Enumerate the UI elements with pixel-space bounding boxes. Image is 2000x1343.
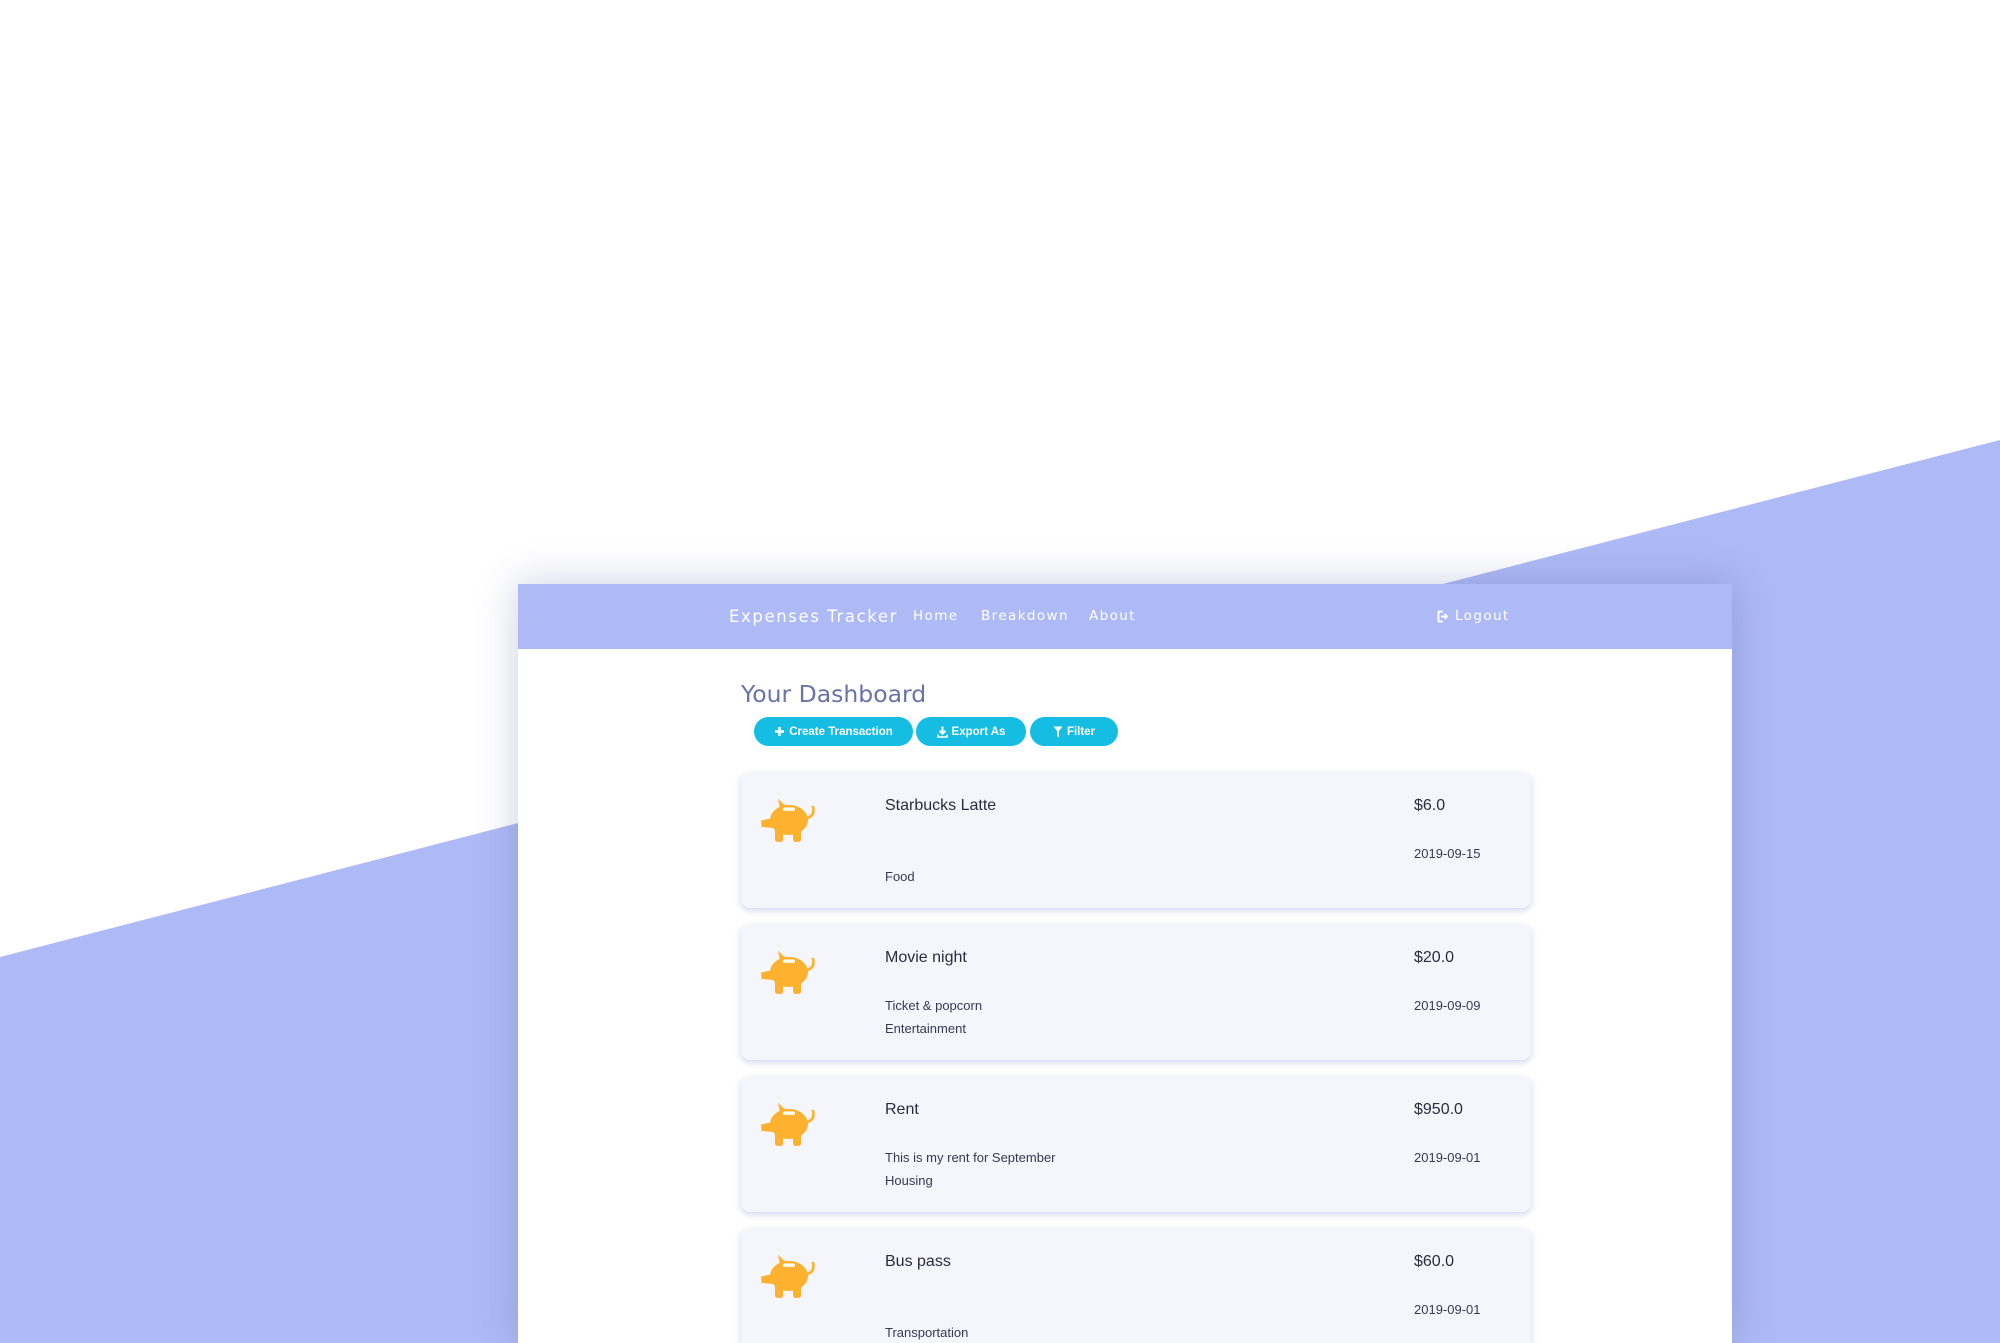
transaction-description: Ticket & popcorn [885,998,983,1013]
transaction-amount: $60.0 [1414,1253,1455,1270]
transaction-card[interactable]: Bus pass Transportation $60.0 2019-09-01 [741,1229,1531,1343]
transaction-card[interactable]: Rent This is my rent for September Housi… [741,1077,1531,1212]
transaction-category: Housing [885,1173,933,1188]
create-transaction-button[interactable]: Create Transaction [754,717,913,746]
piggy-bank-icon [761,1255,815,1298]
navbar: Expenses Tracker Home Breakdown About Lo… [518,584,1732,649]
plus-icon [775,727,785,736]
transaction-date: 2019-09-15 [1414,846,1481,861]
transaction-card[interactable]: Starbucks Latte Food $6.0 2019-09-15 [741,773,1531,908]
transaction-date: 2019-09-01 [1414,1150,1481,1165]
piggy-bank-icon [761,799,815,842]
download-icon [936,726,948,738]
logout-icon [1437,610,1449,623]
transaction-amount: $20.0 [1414,949,1455,966]
transaction-date: 2019-09-09 [1414,998,1481,1013]
transaction-category: Entertainment [885,1021,966,1036]
transaction-title: Rent [885,1101,919,1118]
brand-link[interactable]: Expenses Tracker [729,584,898,649]
transaction-date: 2019-09-01 [1414,1302,1481,1317]
logout-link[interactable]: Logout [1436,584,1510,649]
piggy-bank-icon [761,951,815,994]
transaction-amount: $6.0 [1414,797,1446,814]
transaction-title: Bus pass [885,1253,951,1270]
filter-button[interactable]: Filter [1030,717,1118,746]
create-transaction-label: Create Transaction [789,725,893,738]
transaction-title: Starbucks Latte [885,797,997,814]
transaction-title: Movie night [885,949,967,966]
filter-icon [1053,726,1063,737]
transaction-amount: $950.0 [1414,1101,1463,1118]
app-window: Expenses Tracker Home Breakdown About Lo… [518,584,1732,1343]
logout-label: Logout [1455,608,1510,624]
export-as-label: Export As [951,725,1006,738]
nav-link-breakdown[interactable]: Breakdown [981,584,1069,649]
transaction-category: Transportation [885,1325,969,1340]
nav-link-home[interactable]: Home [913,584,958,649]
page-title: Your Dashboard [741,680,927,708]
transaction-card[interactable]: Movie night Ticket & popcorn Entertainme… [741,925,1531,1060]
transaction-description: This is my rent for September [885,1150,1056,1165]
transaction-category: Food [885,869,915,884]
piggy-bank-icon [761,1103,815,1146]
export-as-button[interactable]: Export As [916,717,1026,746]
filter-label: Filter [1066,725,1096,738]
nav-link-about[interactable]: About [1089,584,1136,649]
